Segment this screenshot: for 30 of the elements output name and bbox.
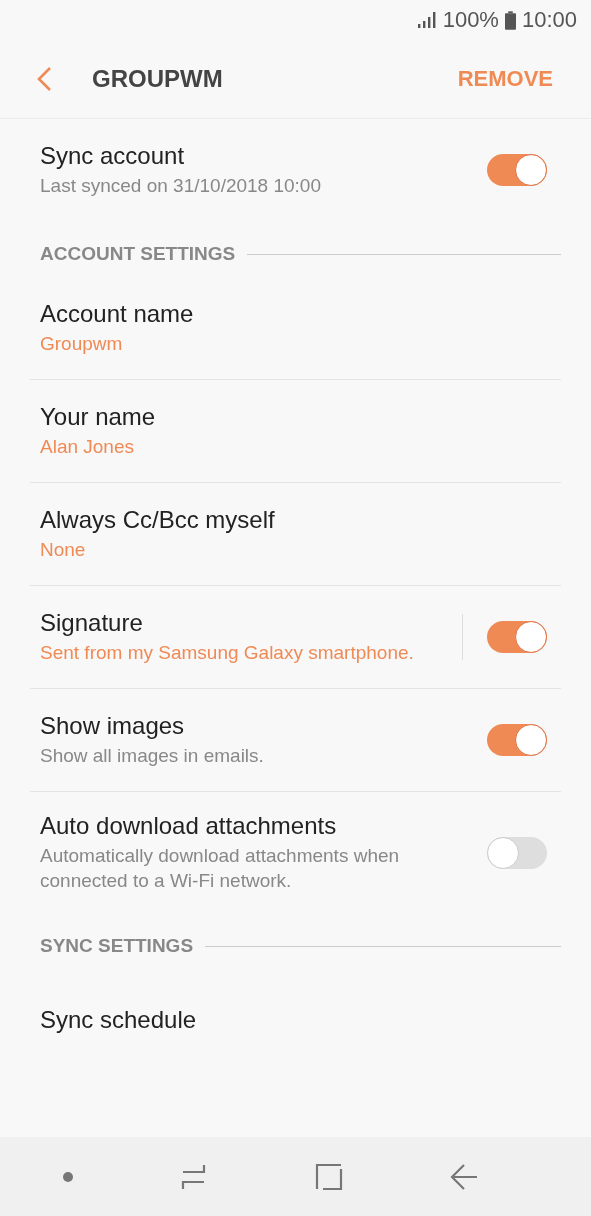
- back-icon[interactable]: [449, 1162, 478, 1191]
- setting-title[interactable]: Always Cc/Bcc myself: [40, 505, 551, 534]
- section-header: ACCOUNT SETTINGS: [40, 243, 236, 265]
- section-header: SYNC SETTINGS: [40, 935, 194, 958]
- home-icon[interactable]: [314, 1162, 343, 1191]
- clock: 10:00: [521, 7, 577, 33]
- setting-value: None: [40, 537, 87, 562]
- setting-value: Alan Jones: [40, 434, 135, 459]
- dot-icon[interactable]: [63, 1171, 74, 1182]
- setting-value: Groupwm: [40, 331, 124, 356]
- setting-description: Last synced on 31/10/2018 10:00: [40, 173, 322, 198]
- signal-icon: [416, 12, 437, 28]
- setting-title[interactable]: Account name: [40, 299, 551, 328]
- setting-title[interactable]: Sync schedule: [40, 1006, 551, 1035]
- battery-level: 100%: [442, 7, 499, 33]
- toggle-switch[interactable]: [487, 154, 547, 186]
- setting-title[interactable]: Signature: [40, 608, 462, 637]
- setting-title[interactable]: Your name: [40, 402, 551, 431]
- setting-description: Show all images in emails.: [40, 743, 265, 768]
- setting-title[interactable]: Auto download attachments: [40, 812, 487, 840]
- toggle-switch[interactable]: [487, 836, 547, 869]
- page-title: GROUPWM: [92, 65, 224, 93]
- setting-description: Automatically download attachments when connected to a Wi-Fi network.: [40, 844, 401, 893]
- setting-title[interactable]: Sync account: [40, 141, 487, 170]
- setting-title[interactable]: Show images: [40, 711, 487, 740]
- toggle-switch[interactable]: [487, 621, 547, 653]
- back-button[interactable]: [36, 66, 52, 92]
- battery-icon: [504, 10, 516, 30]
- setting-value: Sent from my Samsung Galaxy smartphone.: [40, 640, 415, 665]
- toggle-switch[interactable]: [487, 724, 547, 756]
